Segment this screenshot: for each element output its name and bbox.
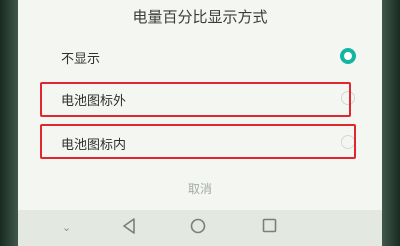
phone-screen: 电量百分比显示方式 不显示 电池图标外 电池图标内 取消 ⌄ (18, 0, 382, 246)
cancel-button[interactable]: 取消 (18, 180, 382, 197)
dialog-title: 电量百分比显示方式 (132, 8, 268, 26)
phone-left-edge (0, 0, 18, 246)
red-highlight-box-outside-option (40, 82, 351, 117)
chevron-down-icon[interactable]: ⌄ (62, 218, 71, 238)
option-hide[interactable]: 不显示 (18, 38, 382, 76)
phone-photo: 电量百分比显示方式 不显示 电池图标外 电池图标内 取消 ⌄ (0, 0, 400, 246)
back-triangle-icon[interactable] (122, 218, 136, 239)
back-triangle-icon-shape (123, 218, 135, 234)
home-circle-icon[interactable] (190, 218, 206, 239)
recent-apps-square-icon-shape (262, 218, 277, 233)
radio-selected-icon[interactable] (340, 48, 356, 64)
red-highlight-box-inside-option (40, 124, 356, 159)
home-circle-icon-shape (190, 218, 206, 234)
phone-right-edge (382, 0, 400, 246)
option-label: 不显示 (61, 52, 101, 67)
recent-apps-square-icon[interactable] (262, 218, 277, 238)
navigation-bar: ⌄ (18, 210, 382, 246)
